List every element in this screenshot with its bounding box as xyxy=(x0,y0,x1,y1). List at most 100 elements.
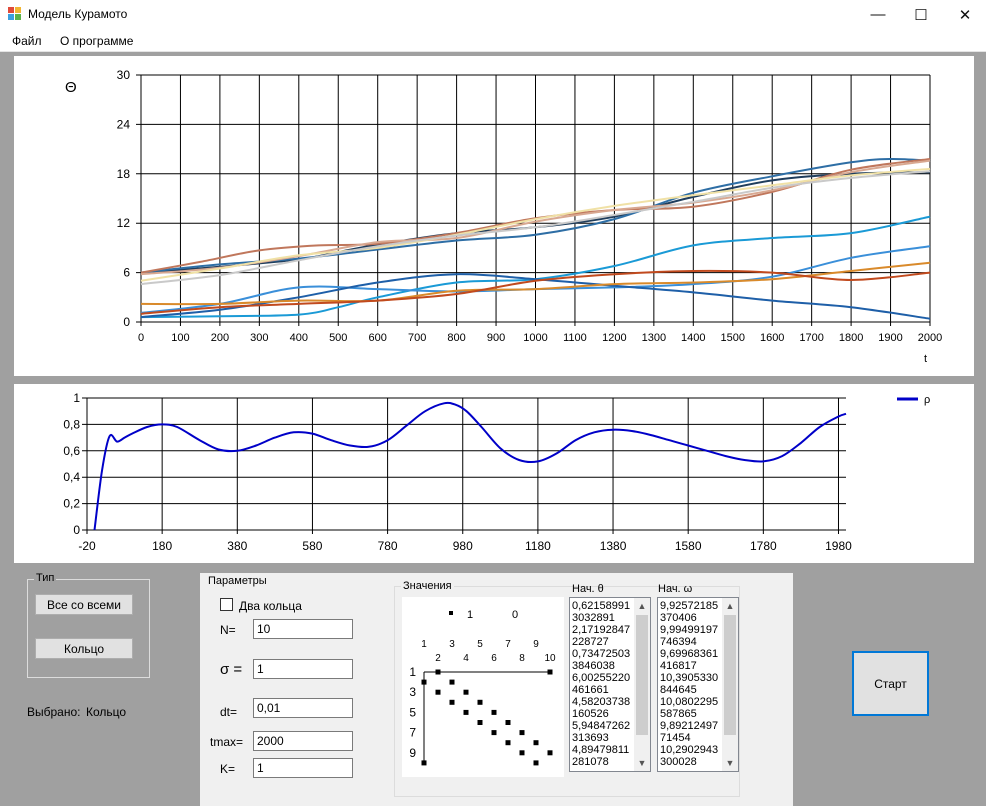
list-item[interactable]: 0,73472503 xyxy=(572,648,638,660)
list-item[interactable]: 587865 xyxy=(660,708,726,720)
scroll-thumb[interactable] xyxy=(724,615,736,735)
matrix-cell-marker xyxy=(519,750,525,756)
scroll-down-icon[interactable]: ▼ xyxy=(722,755,738,771)
x-tick-label: 980 xyxy=(453,539,473,553)
menu-about[interactable]: О программе xyxy=(60,34,133,48)
matrix-top-tick: 4 xyxy=(463,653,469,664)
menu-file[interactable]: Файл xyxy=(12,34,42,48)
scroll-thumb[interactable] xyxy=(636,615,648,735)
list-item[interactable]: 300028 xyxy=(660,756,726,768)
x-tick-label: 0 xyxy=(138,332,144,344)
x-tick-label: 1500 xyxy=(721,332,745,344)
omega0-scrollbar[interactable]: ▲ ▼ xyxy=(722,598,738,771)
sigma-input[interactable]: 1 xyxy=(253,659,353,679)
coupling-matrix: 1 0 1 3 5 7 9 2 4 6 8 10 1 3 5 7 9 xyxy=(402,597,564,777)
params-panel: Параметры Два кольца N= 10 σ = 1 dt= 0,0… xyxy=(200,573,793,806)
minimize-button[interactable]: — xyxy=(855,0,901,29)
matrix-cell-marker xyxy=(505,740,511,746)
theta0-items: 0,62158991 3032891 2,17192847 228727 0,73472… xyxy=(572,600,638,768)
list-item[interactable]: 9,92572185 xyxy=(660,600,726,612)
matrix-top-tick: 2 xyxy=(435,653,441,664)
close-button[interactable]: ✕ xyxy=(942,0,986,29)
tmax-input[interactable]: 2000 xyxy=(253,731,353,751)
list-item[interactable]: 746394 xyxy=(660,636,726,648)
n-input[interactable]: 10 xyxy=(253,619,353,639)
legend-label: ρ xyxy=(924,394,930,406)
list-item[interactable]: 3846038 xyxy=(572,660,638,672)
list-item[interactable]: 4,89479811 xyxy=(572,744,638,756)
y-tick-label: 0,8 xyxy=(63,417,80,431)
matrix-cell-marker xyxy=(463,689,469,695)
y-tick-label: 30 xyxy=(117,68,131,82)
list-item[interactable]: 10,2902943 xyxy=(660,744,726,756)
matrix-cell-marker xyxy=(491,709,497,715)
theta0-title: Нач. θ xyxy=(572,583,604,595)
list-item[interactable]: 71454 xyxy=(660,732,726,744)
y-tick-label: 0,2 xyxy=(63,497,80,511)
x-tick-label: 200 xyxy=(211,332,229,344)
k-input[interactable]: 1 xyxy=(253,758,353,778)
x-tick-label: 1800 xyxy=(839,332,863,344)
x-tick-label: 1400 xyxy=(681,332,705,344)
list-item[interactable]: 2,17192847 xyxy=(572,624,638,636)
matrix-cell-marker xyxy=(519,730,525,736)
params-title: Параметры xyxy=(208,575,267,587)
matrix-cell-marker xyxy=(435,689,441,695)
list-item[interactable]: 9,99499197 xyxy=(660,624,726,636)
matrix-cell-marker xyxy=(491,730,497,736)
dt-input[interactable]: 0,01 xyxy=(253,698,353,718)
x-tick-label: -20 xyxy=(78,539,96,553)
omega0-list[interactable]: 9,92572185 370406 9,99499197 746394 9,699683… xyxy=(657,597,739,772)
list-item[interactable]: 416817 xyxy=(660,660,726,672)
matrix-cell-marker xyxy=(449,699,455,705)
two-rings-checkbox[interactable] xyxy=(220,598,233,611)
rho-chart: -20 180 380 580 780 980 1180 1380 1580 1780 1980 0 0… xyxy=(63,391,930,553)
list-item[interactable]: 3032891 xyxy=(572,612,638,624)
sigma-label: σ = xyxy=(220,661,243,678)
x-tick-label: 1900 xyxy=(878,332,902,344)
list-item[interactable]: 0,62158991 xyxy=(572,600,638,612)
list-item[interactable]: 9,69968361 xyxy=(660,648,726,660)
list-item[interactable]: 228727 xyxy=(572,636,638,648)
x-tick-label: 1980 xyxy=(825,539,852,553)
y-axis-label: Θ xyxy=(65,79,77,96)
matrix-left-tick: 5 xyxy=(409,705,416,719)
list-item[interactable]: 5,94847262 xyxy=(572,720,638,732)
theta0-scrollbar[interactable]: ▲ ▼ xyxy=(634,598,650,771)
y-tick-label: 0 xyxy=(73,523,80,537)
list-item[interactable]: 4,58203738 xyxy=(572,696,638,708)
matrix-top-tick: 10 xyxy=(544,653,556,664)
list-item[interactable]: 313693 xyxy=(572,732,638,744)
list-item[interactable]: 160526 xyxy=(572,708,638,720)
x-tick-label: 1600 xyxy=(760,332,784,344)
coupling-matrix-plot: 1 01 3 5 7 92 4 6 8 1013579 xyxy=(409,609,556,766)
list-item[interactable]: 461661 xyxy=(572,684,638,696)
matrix-cell-marker xyxy=(533,760,539,766)
list-item[interactable]: 370406 xyxy=(660,612,726,624)
scroll-down-icon[interactable]: ▼ xyxy=(634,755,650,771)
ring-button[interactable]: Кольцо xyxy=(35,638,133,659)
theta0-list[interactable]: 0,62158991 3032891 2,17192847 228727 0,73472… xyxy=(569,597,651,772)
list-item[interactable]: 844645 xyxy=(660,684,726,696)
scroll-up-icon[interactable]: ▲ xyxy=(634,598,650,614)
x-tick-label: 300 xyxy=(250,332,268,344)
list-item[interactable]: 10,3905330 xyxy=(660,672,726,684)
list-item[interactable]: 6,00255220 xyxy=(572,672,638,684)
matrix-cell-marker xyxy=(421,760,427,766)
selected-label: Выбрано: xyxy=(27,705,81,719)
maximize-button[interactable]: ☐ xyxy=(898,0,944,29)
list-item[interactable]: 10,0802295 xyxy=(660,696,726,708)
list-item[interactable]: 9,89212497 xyxy=(660,720,726,732)
matrix-left-tick: 3 xyxy=(409,685,416,699)
x-tick-label: 1380 xyxy=(600,539,627,553)
matrix-left-tick: 9 xyxy=(409,746,416,760)
legend-col-label: 1 xyxy=(467,609,473,621)
scroll-up-icon[interactable]: ▲ xyxy=(722,598,738,614)
theta-chart-panel: 0 100 200 300 400 500 600 700 800 900 1000 1100 1200… xyxy=(14,56,974,376)
selected-value: Кольцо xyxy=(86,705,127,719)
x-tick-label: 1580 xyxy=(675,539,702,553)
matrix-left-tick: 1 xyxy=(409,665,416,679)
list-item[interactable]: 281078 xyxy=(572,756,638,768)
all-to-all-button[interactable]: Все со всеми xyxy=(35,594,133,615)
start-button[interactable]: Старт xyxy=(852,651,929,716)
